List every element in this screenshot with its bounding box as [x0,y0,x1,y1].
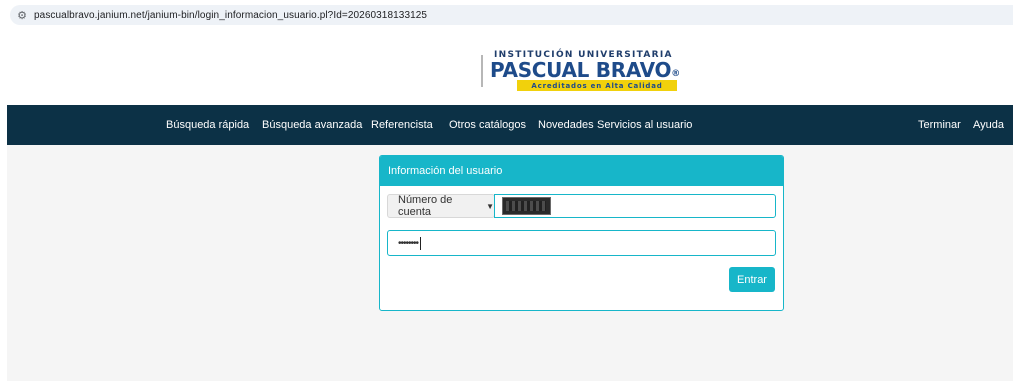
password-input[interactable]: •••••••• [387,230,776,256]
submit-button[interactable]: Entrar [729,267,775,292]
nav-item-referencista[interactable]: Referencista [371,105,433,145]
institution-logo[interactable]: INSTITUCIÓN UNIVERSITARIA PASCUAL BRAVO®… [481,49,691,93]
nav-item-novedades[interactable]: Novedades [538,105,594,145]
account-number-input[interactable] [494,194,776,218]
logo-tagline: Acreditados en Alta Calidad [531,81,663,90]
url-field[interactable]: ⚙ pascualbravo.janium.net/janium-bin/log… [10,5,1013,25]
tune-icon[interactable]: ⚙ [10,5,34,25]
logo-tagline-band: Acreditados en Alta Calidad [517,80,677,91]
user-info-panel: Información del usuario Número de cuenta… [379,155,784,311]
nav-item-busqueda-rapida[interactable]: Búsqueda rápida [166,105,249,145]
account-type-label: Número de cuenta [398,194,453,218]
url-text: pascualbravo.janium.net/janium-bin/login… [34,9,428,21]
text-cursor [420,236,422,250]
nav-item-busqueda-avanzada[interactable]: Búsqueda avanzada [262,105,362,145]
nav-item-terminar[interactable]: Terminar [918,105,961,145]
nav-item-servicios-usuario[interactable]: Servicios al usuario [597,105,692,145]
caret-down-icon: ▼ [486,201,494,211]
account-row: Número de cuenta ▼ [387,194,776,218]
main-nav: Búsqueda rápida Búsqueda avanzada Refere… [7,105,1013,145]
browser-address-bar: ⚙ pascualbravo.janium.net/janium-bin/log… [0,0,1013,30]
page-header: INSTITUCIÓN UNIVERSITARIA PASCUAL BRAVO®… [0,30,1013,105]
nav-item-otros-catalogos[interactable]: Otros catálogos [449,105,526,145]
password-mask: •••••••• [398,237,419,249]
logo-divider [481,55,483,87]
panel-header: Información del usuario [380,156,783,186]
logo-name-text: PASCUAL BRAVO [490,58,672,82]
logo-name: PASCUAL BRAVO® [490,58,680,82]
redacted-value [502,197,551,215]
panel-title: Información del usuario [388,165,503,177]
account-type-dropdown[interactable]: Número de cuenta ▼ [387,194,495,218]
nav-item-ayuda[interactable]: Ayuda [973,105,1004,145]
logo-registered-mark: ® [671,69,680,79]
